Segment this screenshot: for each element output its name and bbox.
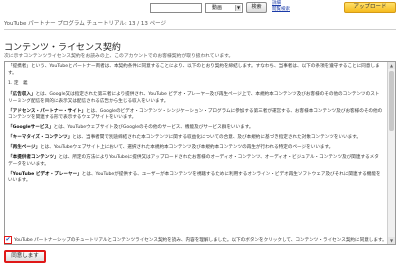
- definition-term: 「再生ページ」: [8, 145, 41, 150]
- definition-text: とは、YouTubeウェブサイト上において、選択された本規約本コンテンツ及び本規…: [40, 145, 334, 150]
- search-scope-select[interactable]: 動画 ▼: [205, 3, 243, 13]
- definition-item: 「キーマタイズ・コンテンツ」とは、当事者間で別途締結された本コンテンツに関する収…: [8, 135, 383, 142]
- definition-term: 「YouTube ビデオ・プレーヤー」: [8, 171, 82, 177]
- advanced-search-links: 詳細 閲覧検索: [272, 1, 290, 13]
- definition-text: とは、YouTubeウェブサイト及びGoogleのその他のサービス、機能及びサー…: [53, 125, 254, 130]
- section-heading: 1. 定 義: [8, 80, 28, 86]
- terms-content: 「提携者」という、YouTubeとパートナー両者は、本契約条件に同意することによ…: [8, 64, 383, 188]
- definition-item: 「広告収入」とは、Google又は指定された第三者により提供され、YouTube…: [8, 92, 383, 105]
- scroll-thumb[interactable]: [389, 71, 394, 131]
- search-scope-label: 動画: [212, 5, 223, 11]
- breadcrumb: YouTube パートナー プログラム チュートリアル: 13 / 13 ページ: [4, 21, 166, 27]
- terms-scroll-box[interactable]: 「提携者」という、YouTubeとパートナー両者は、本契約条件に同意することによ…: [4, 61, 396, 245]
- divider: [4, 29, 396, 30]
- top-bar: 動画 ▼ 検索 詳細 閲覧検索 アップロード: [0, 0, 400, 18]
- terms-intro: 「提携者」という、YouTubeとパートナー両者は、本契約条件に同意することによ…: [8, 64, 380, 76]
- definition-item: 「Googleサービス」とは、YouTubeウェブサイト及びGoogleのその他…: [8, 125, 383, 132]
- browse-search-link[interactable]: 閲覧検索: [272, 7, 290, 13]
- definition-item: 「YouTube ビデオ・プレーヤー」とは、YouTubeが提供する、ユーザーが…: [8, 172, 383, 185]
- agree-label: YouTube パートナーシップのチュートリアルとコンテンツライセンス契約を読み…: [14, 238, 387, 243]
- upload-button[interactable]: アップロード: [344, 2, 396, 13]
- chevron-down-icon: ▼: [235, 5, 241, 11]
- search-button[interactable]: 検索: [246, 2, 267, 13]
- vertical-scrollbar[interactable]: ▲ ▼: [387, 62, 395, 244]
- definition-term: 「キーマタイズ・コンテンツ」: [8, 135, 73, 140]
- definition-item: 「再生ページ」とは、YouTubeウェブサイト上において、選択された本規約本コン…: [8, 145, 383, 152]
- scroll-down-icon[interactable]: ▼: [388, 237, 395, 244]
- definition-text: とは、Google又は指定された第三者により提供され、YouTube ビデオ・プ…: [8, 92, 380, 104]
- definition-item: 「本提供者コンテンツ」とは、所定の方法によりYouTubeに提供又はアップロード…: [8, 155, 383, 168]
- definition-text: とは、所定の方法によりYouTubeに提供又はアップロードされたお客様のオーディ…: [8, 155, 379, 167]
- search-input[interactable]: [150, 3, 202, 13]
- definition-term: 「Googleサービス」: [8, 125, 54, 130]
- definition-term: 「広告収入」: [8, 92, 36, 97]
- definition-term: 「本提供者コンテンツ」: [8, 155, 59, 160]
- agree-checkbox[interactable]: ✔: [4, 236, 12, 244]
- page-subtitle: 次に示すコンテンツライセンス契約をお読みの上、このアカウントでのお客様契約が取り…: [4, 54, 234, 59]
- definition-term: 「アドセンス・パートナー・サイト」: [8, 108, 87, 114]
- agree-button[interactable]: 同意します: [4, 250, 46, 263]
- scroll-up-icon[interactable]: ▲: [388, 62, 395, 69]
- definition-text: とは、当事者間で別途締結された本コンテンツに関する収益化についての合意、及び本規…: [72, 135, 362, 140]
- definition-item: 「アドセンス・パートナー・サイト」とは、Googleのビデオ・コンテンツ・シンジ…: [8, 109, 383, 122]
